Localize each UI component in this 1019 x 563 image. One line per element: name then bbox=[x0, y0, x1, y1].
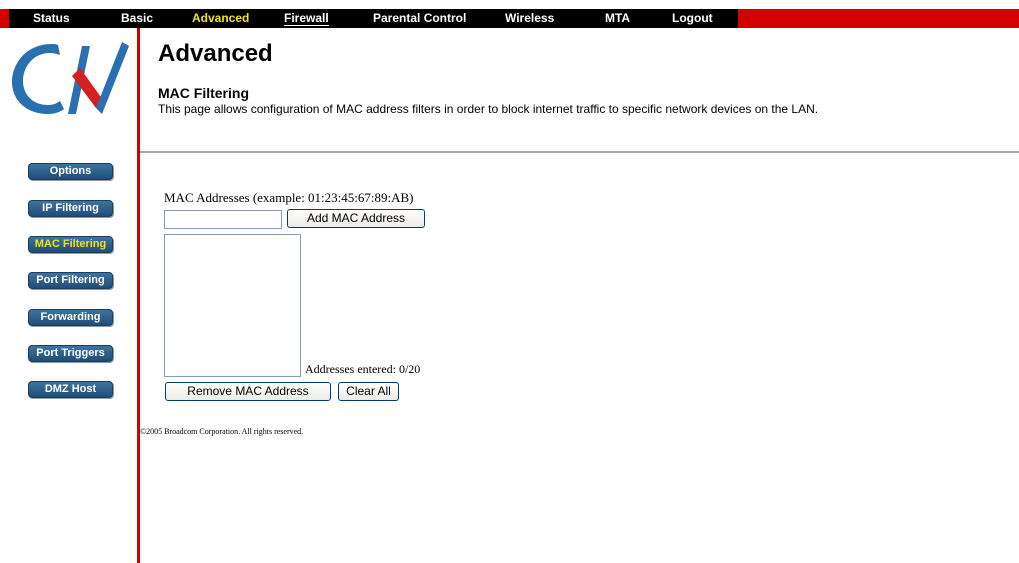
section-title: MAC Filtering bbox=[158, 85, 249, 101]
sidebar-item-ip-filtering[interactable]: IP Filtering bbox=[28, 200, 113, 217]
sidebar-divider bbox=[137, 28, 140, 563]
nav-advanced[interactable]: Advanced bbox=[192, 11, 249, 25]
clear-all-button[interactable]: Clear All bbox=[338, 382, 399, 401]
cnv-logo-icon bbox=[12, 42, 129, 114]
section-description: This page allows configuration of MAC ad… bbox=[158, 102, 819, 116]
header-divider bbox=[140, 151, 1019, 153]
sidebar-item-forwarding[interactable]: Forwarding bbox=[28, 309, 113, 326]
addresses-entered-count: Addresses entered: 0/20 bbox=[305, 362, 421, 376]
sidebar-item-port-triggers[interactable]: Port Triggers bbox=[28, 345, 113, 362]
nav-firewall[interactable]: Firewall bbox=[284, 11, 329, 26]
sidebar-item-mac-filtering[interactable]: MAC Filtering bbox=[28, 236, 113, 253]
add-mac-address-button[interactable]: Add MAC Address bbox=[287, 209, 425, 228]
top-nav-bar: Status Basic Advanced Firewall Parental … bbox=[0, 9, 1019, 28]
remove-mac-address-button[interactable]: Remove MAC Address bbox=[165, 382, 331, 401]
nav-logout[interactable]: Logout bbox=[672, 11, 713, 25]
sidebar-item-options[interactable]: Options bbox=[28, 163, 113, 180]
nav-parental-control[interactable]: Parental Control bbox=[373, 11, 466, 25]
mac-address-list[interactable] bbox=[164, 234, 301, 377]
mac-address-input[interactable] bbox=[164, 210, 282, 229]
nav-status[interactable]: Status bbox=[33, 11, 70, 25]
sidebar-item-port-filtering[interactable]: Port Filtering bbox=[28, 272, 113, 289]
mac-addresses-label: MAC Addresses (example: 01:23:45:67:89:A… bbox=[164, 190, 414, 205]
brand-logo bbox=[10, 38, 130, 125]
page-title: Advanced bbox=[158, 40, 273, 67]
sidebar-item-dmz-host[interactable]: DMZ Host bbox=[28, 381, 113, 398]
nav-basic[interactable]: Basic bbox=[121, 11, 153, 25]
copyright-text: ©2005 Broadcom Corporation. All rights r… bbox=[140, 427, 304, 436]
nav-wireless[interactable]: Wireless bbox=[505, 11, 554, 25]
top-nav-menu: Status Basic Advanced Firewall Parental … bbox=[9, 9, 738, 28]
nav-mta[interactable]: MTA bbox=[605, 11, 630, 25]
